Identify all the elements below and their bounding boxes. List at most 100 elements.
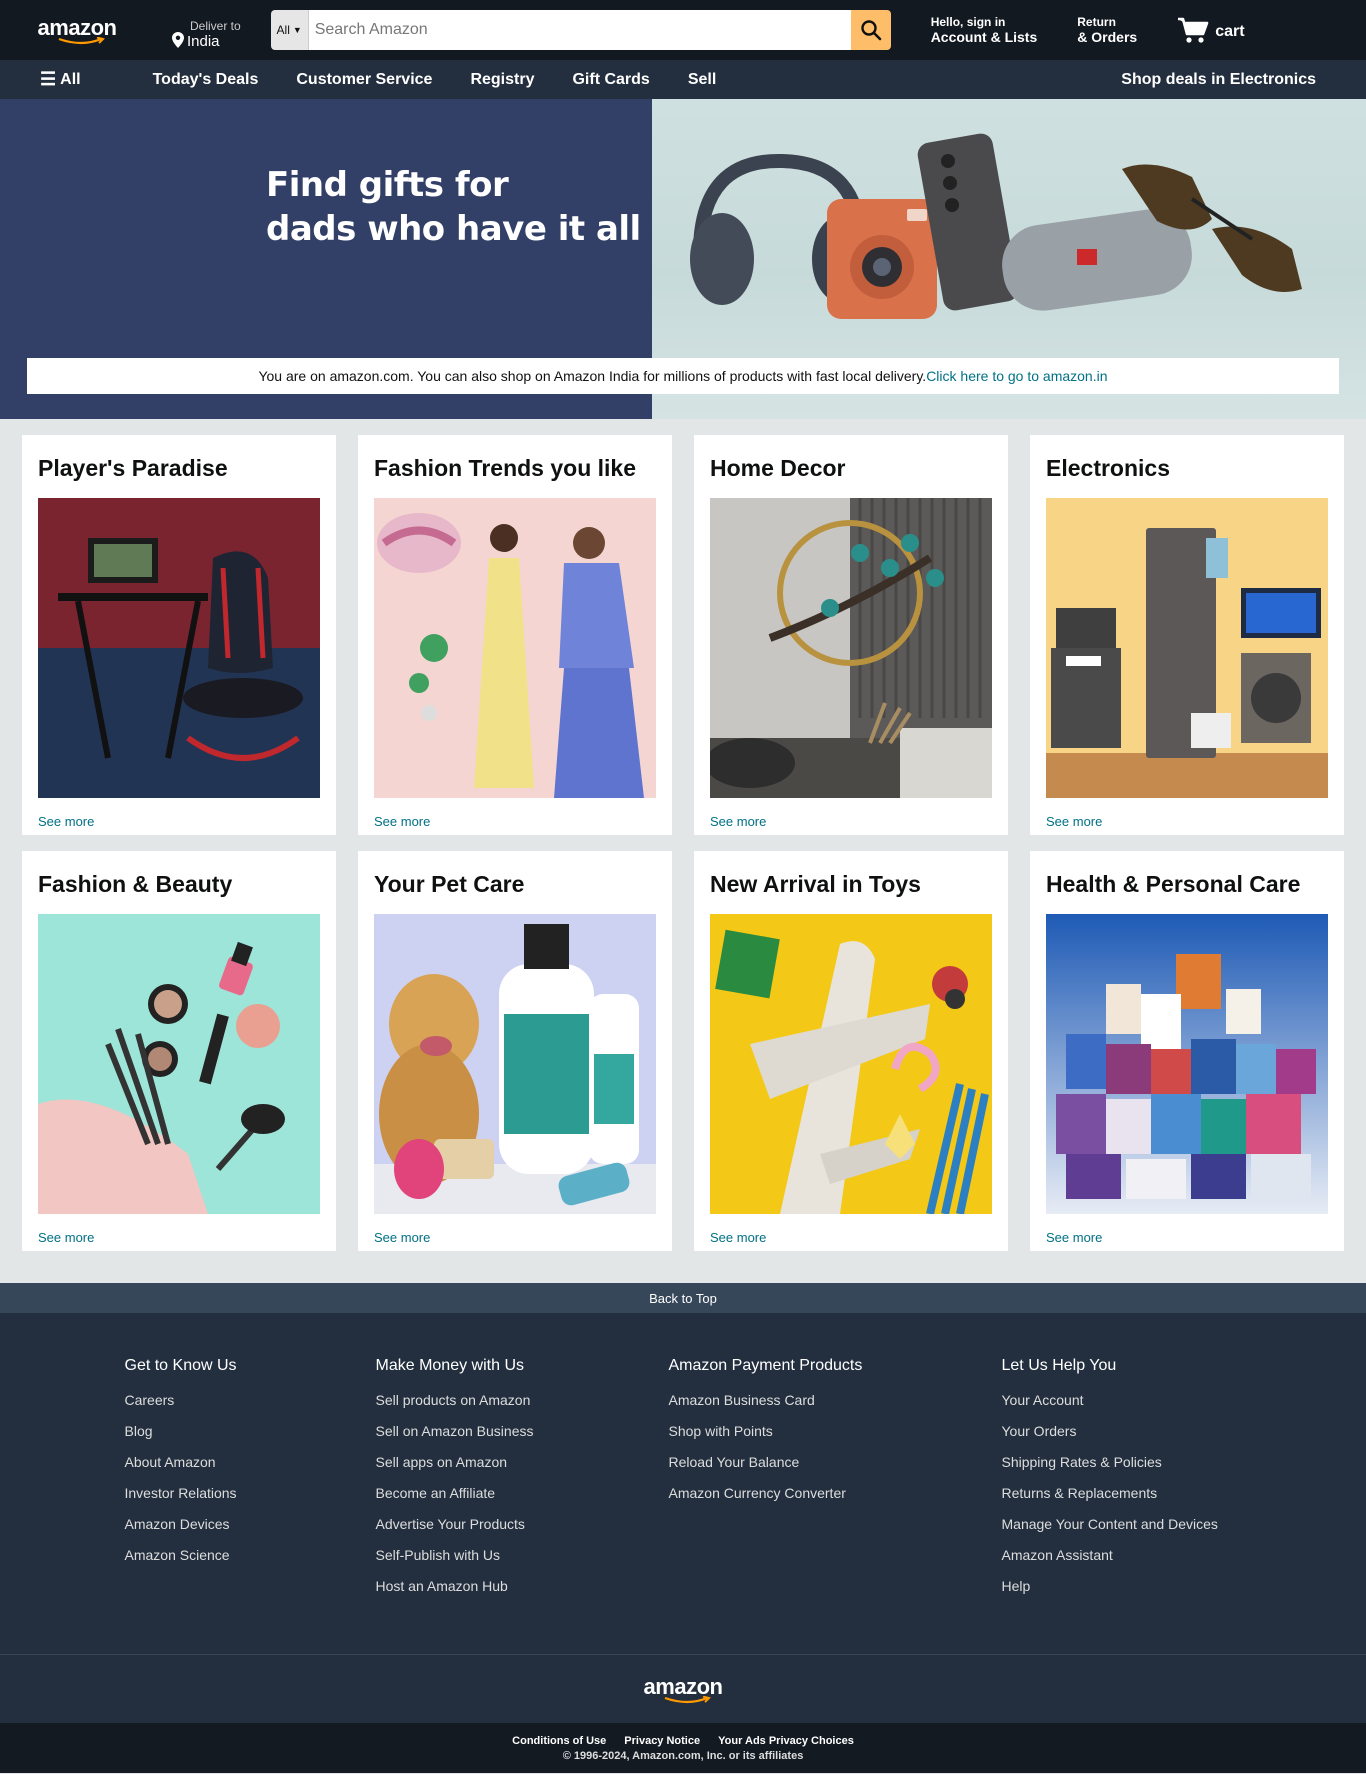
footer-link[interactable]: Investor Relations: [125, 1478, 376, 1509]
search-bar: All ▼: [270, 10, 891, 50]
footer-link[interactable]: Reload Your Balance: [669, 1447, 1002, 1478]
nav-registry[interactable]: Registry: [470, 71, 534, 89]
see-more-link[interactable]: See more: [710, 1230, 992, 1245]
search-category-label: All: [276, 23, 290, 37]
footer-link[interactable]: Returns & Replacements: [1002, 1478, 1242, 1509]
category-cards: Player's Paradise See more Fashion Trend…: [0, 419, 1366, 1283]
orders-label: & Orders: [1077, 29, 1138, 45]
footer-link[interactable]: Amazon Currency Converter: [669, 1478, 1002, 1509]
nav-todays-deals[interactable]: Today's Deals: [153, 71, 259, 89]
see-more-link[interactable]: See more: [710, 814, 992, 829]
footer-column-know-us: Get to Know Us Careers Blog About Amazon…: [125, 1357, 376, 1602]
footer-link[interactable]: Your Orders: [1002, 1416, 1242, 1447]
footer-heading: Amazon Payment Products: [668, 1357, 863, 1374]
privacy-link[interactable]: Privacy Notice: [624, 1735, 700, 1747]
category-card: New Arrival in Toys See more: [694, 851, 1008, 1251]
card-title: Your Pet Care: [374, 871, 525, 897]
card-image[interactable]: [1046, 498, 1328, 798]
card-title: Fashion & Beauty: [38, 871, 233, 897]
footer-link[interactable]: Your Account: [1002, 1385, 1242, 1416]
footer-link[interactable]: Advertise Your Products: [376, 1509, 669, 1540]
smile-arrow-icon: [664, 1696, 711, 1704]
see-more-link[interactable]: See more: [38, 814, 320, 829]
card-title: Player's Paradise: [38, 455, 228, 481]
category-card: Home Decor See more: [694, 435, 1008, 835]
card-title: Fashion Trends you like: [374, 455, 637, 481]
see-more-link[interactable]: See more: [374, 814, 656, 829]
hamburger-menu-icon: ☰: [40, 69, 57, 89]
footer-link[interactable]: Careers: [125, 1385, 376, 1416]
search-icon: [860, 20, 881, 41]
category-nav: ☰ All Today's Deals Customer Service Reg…: [0, 60, 1366, 99]
footer-link[interactable]: Sell products on Amazon: [376, 1385, 669, 1416]
see-more-link[interactable]: See more: [1046, 1230, 1328, 1245]
card-image[interactable]: [38, 498, 320, 798]
footer-link[interactable]: Blog: [125, 1416, 376, 1447]
footer-amazon-logo[interactable]: amazon: [0, 1655, 1366, 1723]
deliver-label: Deliver to: [190, 19, 241, 33]
footer-link[interactable]: About Amazon: [125, 1447, 376, 1478]
returns-orders[interactable]: Return & Orders: [1077, 15, 1137, 45]
category-card: Health & Personal Care See more: [1030, 851, 1344, 1251]
footer-legal: Conditions of Use Privacy Notice Your Ad…: [0, 1723, 1366, 1773]
footer-link[interactable]: Self-Publish with Us: [376, 1540, 669, 1571]
category-card: Fashion & Beauty See more: [22, 851, 336, 1251]
footer-heading: Let Us Help You: [1001, 1357, 1117, 1374]
search-category-select[interactable]: All ▼: [270, 10, 309, 50]
footer-links: Get to Know Us Careers Blog About Amazon…: [0, 1313, 1366, 1654]
card-title: Electronics: [1046, 455, 1170, 481]
ads-privacy-link[interactable]: Your Ads Privacy Choices: [718, 1735, 854, 1747]
hero-title-line2: dads who have it all: [266, 209, 641, 249]
hero-banner[interactable]: Find gifts for dads who have it all You …: [0, 99, 1366, 419]
card-image[interactable]: [1046, 914, 1328, 1214]
see-more-link[interactable]: See more: [38, 1230, 320, 1245]
nav-gift-cards[interactable]: Gift Cards: [572, 71, 649, 89]
footer-link[interactable]: Shipping Rates & Policies: [1002, 1447, 1242, 1478]
footer-link[interactable]: Amazon Assistant: [1002, 1540, 1242, 1571]
all-menu-button[interactable]: ☰ All: [40, 69, 81, 90]
deliver-to[interactable]: Deliver to India: [172, 10, 241, 50]
footer-link[interactable]: Amazon Science: [125, 1540, 376, 1571]
category-card: Fashion Trends you like See more: [358, 435, 672, 835]
all-menu-label: All: [60, 70, 81, 88]
card-image[interactable]: [710, 914, 992, 1214]
cart-label: cart: [1215, 23, 1245, 40]
footer-link[interactable]: Amazon Devices: [125, 1509, 376, 1540]
see-more-link[interactable]: See more: [1046, 814, 1328, 829]
nav-shop-electronics[interactable]: Shop deals in Electronics: [1121, 71, 1316, 89]
conditions-link[interactable]: Conditions of Use: [512, 1735, 606, 1747]
footer-link[interactable]: Sell on Amazon Business: [376, 1416, 669, 1447]
footer-heading: Make Money with Us: [375, 1357, 525, 1374]
amazon-logo[interactable]: amazon: [22, 15, 132, 45]
card-image[interactable]: [374, 498, 656, 798]
card-image[interactable]: [710, 498, 992, 798]
footer-heading: Get to Know Us: [124, 1357, 237, 1374]
amazon-in-link[interactable]: Click here to go to amazon.in: [926, 368, 1107, 384]
account-lists[interactable]: Hello, sign in Account & Lists: [931, 15, 1038, 45]
chevron-down-icon: ▼: [292, 25, 302, 35]
footer-link[interactable]: Become an Affiliate: [376, 1478, 669, 1509]
nav-customer-service[interactable]: Customer Service: [296, 71, 432, 89]
footer-link[interactable]: Amazon Business Card: [669, 1385, 1002, 1416]
back-to-top-button[interactable]: Back to Top: [0, 1283, 1366, 1313]
search-button[interactable]: [850, 10, 891, 50]
locale-notice-text: You are on amazon.com. You can also shop…: [258, 368, 927, 384]
category-card: Your Pet Care See more: [358, 851, 672, 1251]
footer-link[interactable]: Help: [1002, 1571, 1242, 1602]
footer-link[interactable]: Manage Your Content and Devices: [1002, 1509, 1242, 1540]
search-input[interactable]: [308, 10, 851, 50]
see-more-link[interactable]: See more: [374, 1230, 656, 1245]
cart-icon: [1178, 17, 1209, 43]
category-card: Player's Paradise See more: [22, 435, 336, 835]
footer-link[interactable]: Host an Amazon Hub: [376, 1571, 669, 1602]
cart-button[interactable]: cart: [1177, 16, 1245, 44]
footer-column-help: Let Us Help You Your Account Your Orders…: [1002, 1357, 1242, 1602]
footer-link[interactable]: Shop with Points: [669, 1416, 1002, 1447]
nav-sell[interactable]: Sell: [688, 71, 716, 89]
smile-arrow-icon: [58, 37, 105, 45]
account-greeting: Hello, sign in: [930, 15, 1006, 29]
card-image[interactable]: [374, 914, 656, 1214]
hero-title: Find gifts for dads who have it all: [266, 163, 641, 251]
card-image[interactable]: [38, 914, 320, 1214]
footer-link[interactable]: Sell apps on Amazon: [376, 1447, 669, 1478]
